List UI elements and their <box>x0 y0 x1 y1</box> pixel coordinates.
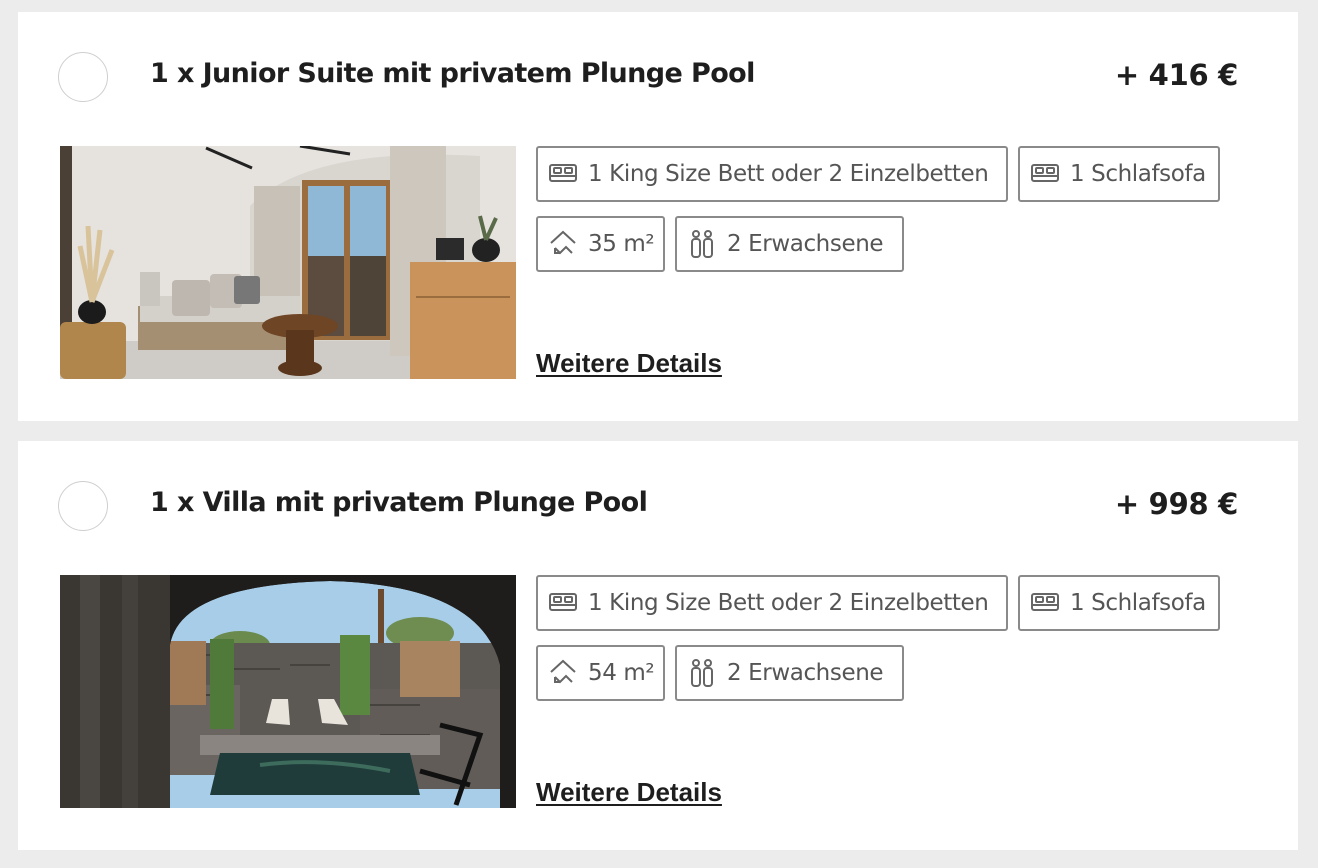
room-price-surcharge: + 416 € <box>1114 58 1238 92</box>
feature-room-size-label: 54 m² <box>588 660 655 686</box>
feature-room-size: 35 m² <box>536 216 665 272</box>
bed-icon <box>548 159 578 189</box>
room-select-radio[interactable] <box>58 481 108 531</box>
room-price-surcharge: + 998 € <box>1114 487 1238 521</box>
feature-room-size: 54 m² <box>536 645 665 701</box>
feature-bed-secondary: 1 Schlafsofa <box>1018 146 1220 202</box>
room-title: 1 x Villa mit privatem Plunge Pool <box>150 487 648 518</box>
feature-bed-primary-label: 1 King Size Bett oder 2 Einzelbetten <box>588 161 989 187</box>
feature-persons-label: 2 Erwachsene <box>727 231 884 257</box>
feature-persons-label: 2 Erwachsene <box>727 660 884 686</box>
persons-icon <box>687 658 717 688</box>
bed-icon <box>548 588 578 618</box>
feature-bed-secondary-label: 1 Schlafsofa <box>1070 161 1206 187</box>
persons-icon <box>687 229 717 259</box>
bed-icon <box>1030 588 1060 618</box>
room-select-radio[interactable] <box>58 52 108 102</box>
feature-room-size-label: 35 m² <box>588 231 655 257</box>
feature-bed-primary: 1 King Size Bett oder 2 Einzelbetten <box>536 146 1008 202</box>
feature-persons: 2 Erwachsene <box>675 645 904 701</box>
villa-pool-photo[interactable] <box>60 575 516 808</box>
room-option-card: 1 x Villa mit privatem Plunge Pool + 998… <box>18 441 1298 850</box>
feature-bed-primary: 1 King Size Bett oder 2 Einzelbetten <box>536 575 1008 631</box>
room-interior-photo[interactable] <box>60 146 516 379</box>
feature-bed-secondary-label: 1 Schlafsofa <box>1070 590 1206 616</box>
area-icon <box>548 658 578 688</box>
feature-bed-secondary: 1 Schlafsofa <box>1018 575 1220 631</box>
details-link[interactable]: Weitere Details <box>536 777 722 808</box>
feature-persons: 2 Erwachsene <box>675 216 904 272</box>
room-title: 1 x Junior Suite mit privatem Plunge Poo… <box>150 58 755 89</box>
feature-bed-primary-label: 1 King Size Bett oder 2 Einzelbetten <box>588 590 989 616</box>
room-option-card: 1 x Junior Suite mit privatem Plunge Poo… <box>18 12 1298 421</box>
details-link[interactable]: Weitere Details <box>536 348 722 379</box>
bed-icon <box>1030 159 1060 189</box>
room-option-list: 1 x Junior Suite mit privatem Plunge Poo… <box>0 0 1318 868</box>
area-icon <box>548 229 578 259</box>
